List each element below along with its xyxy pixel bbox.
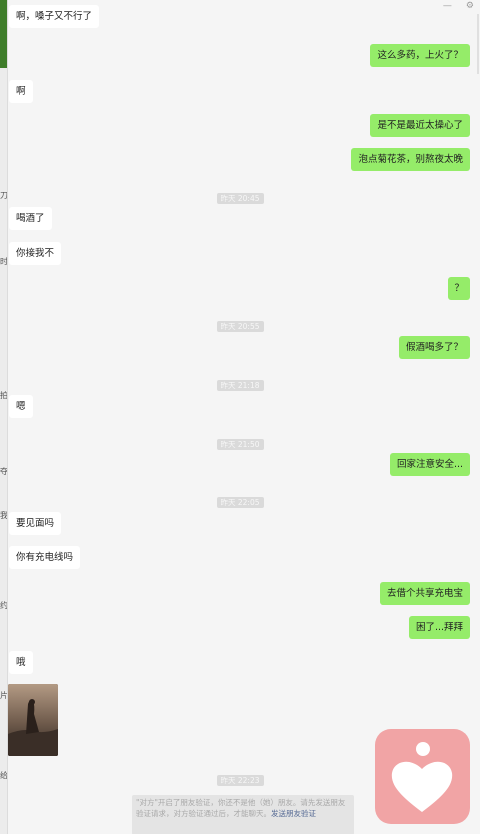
strip-glyph: 约 [0, 601, 7, 610]
strip-glyph: 拍 [0, 391, 7, 400]
background-window-edge: 刀 时 拍 夺 我 约 片 给 [0, 0, 8, 834]
message-bubble-incoming[interactable]: 啊 [9, 80, 33, 103]
gear-icon[interactable]: ⚙ [466, 1, 474, 11]
message-bubble-incoming[interactable]: 哦 [9, 651, 33, 674]
timestamp: 昨天 20:55 [0, 314, 480, 332]
heart-app-icon[interactable] [375, 729, 470, 824]
message-bubble-outgoing[interactable]: 去借个共享充电宝 [379, 582, 470, 605]
timestamp: 昨天 21:50 [0, 432, 480, 450]
message-bubble-outgoing[interactable]: 这么多药，上火了？ [370, 44, 470, 67]
message-bubble-incoming[interactable]: 你有充电线吗 [9, 546, 81, 569]
friend-verification-notice: "对方"开启了朋友验证，你还不是他（她）朋友。请先发送朋友验证请求，对方验证通过… [132, 795, 354, 834]
message-bubble-incoming[interactable]: 要见面吗 [9, 512, 62, 535]
message-bubble-incoming[interactable]: 嗯 [9, 395, 33, 418]
minimize-icon[interactable]: — [443, 1, 452, 11]
message-bubble-outgoing[interactable]: 是不是最近太操心了 [370, 114, 470, 137]
timestamp: 昨天 21:18 [0, 373, 480, 391]
message-bubble-outgoing[interactable]: 回家注意安全... [389, 453, 470, 476]
timestamp: 昨天 20:45 [0, 186, 480, 204]
send-verification-link[interactable]: 发送朋友验证 [271, 809, 316, 818]
message-bubble-outgoing[interactable]: 困了...拜拜 [408, 616, 470, 639]
background-window-chip [0, 0, 7, 68]
chat-window: 刀 时 拍 夺 我 约 片 给 — ⚙ 啊，嗓子又不行了 这么多药，上火了？ 啊… [0, 0, 480, 834]
heart-person-icon [391, 742, 453, 812]
strip-glyph: 片 [0, 691, 7, 700]
strip-glyph: 时 [0, 257, 7, 266]
image-message[interactable] [8, 684, 58, 756]
message-bubble-outgoing[interactable]: 假酒喝多了？ [398, 336, 470, 359]
window-controls: — ⚙ [443, 0, 474, 12]
message-bubble-incoming[interactable]: 喝酒了 [9, 207, 52, 230]
strip-glyph: 夺 [0, 467, 7, 476]
message-bubble-incoming[interactable]: 你接我不 [9, 242, 62, 265]
photo-thumbnail [8, 684, 58, 756]
strip-glyph: 我 [0, 511, 7, 520]
timestamp: 昨天 22:05 [0, 490, 480, 508]
message-bubble-outgoing[interactable]: 泡点菊花茶，别熬夜太晚 [351, 148, 470, 171]
scrollbar[interactable] [477, 14, 479, 74]
message-bubble-incoming[interactable]: 啊，嗓子又不行了 [9, 5, 100, 28]
message-bubble-outgoing[interactable]: ？ [448, 277, 470, 300]
